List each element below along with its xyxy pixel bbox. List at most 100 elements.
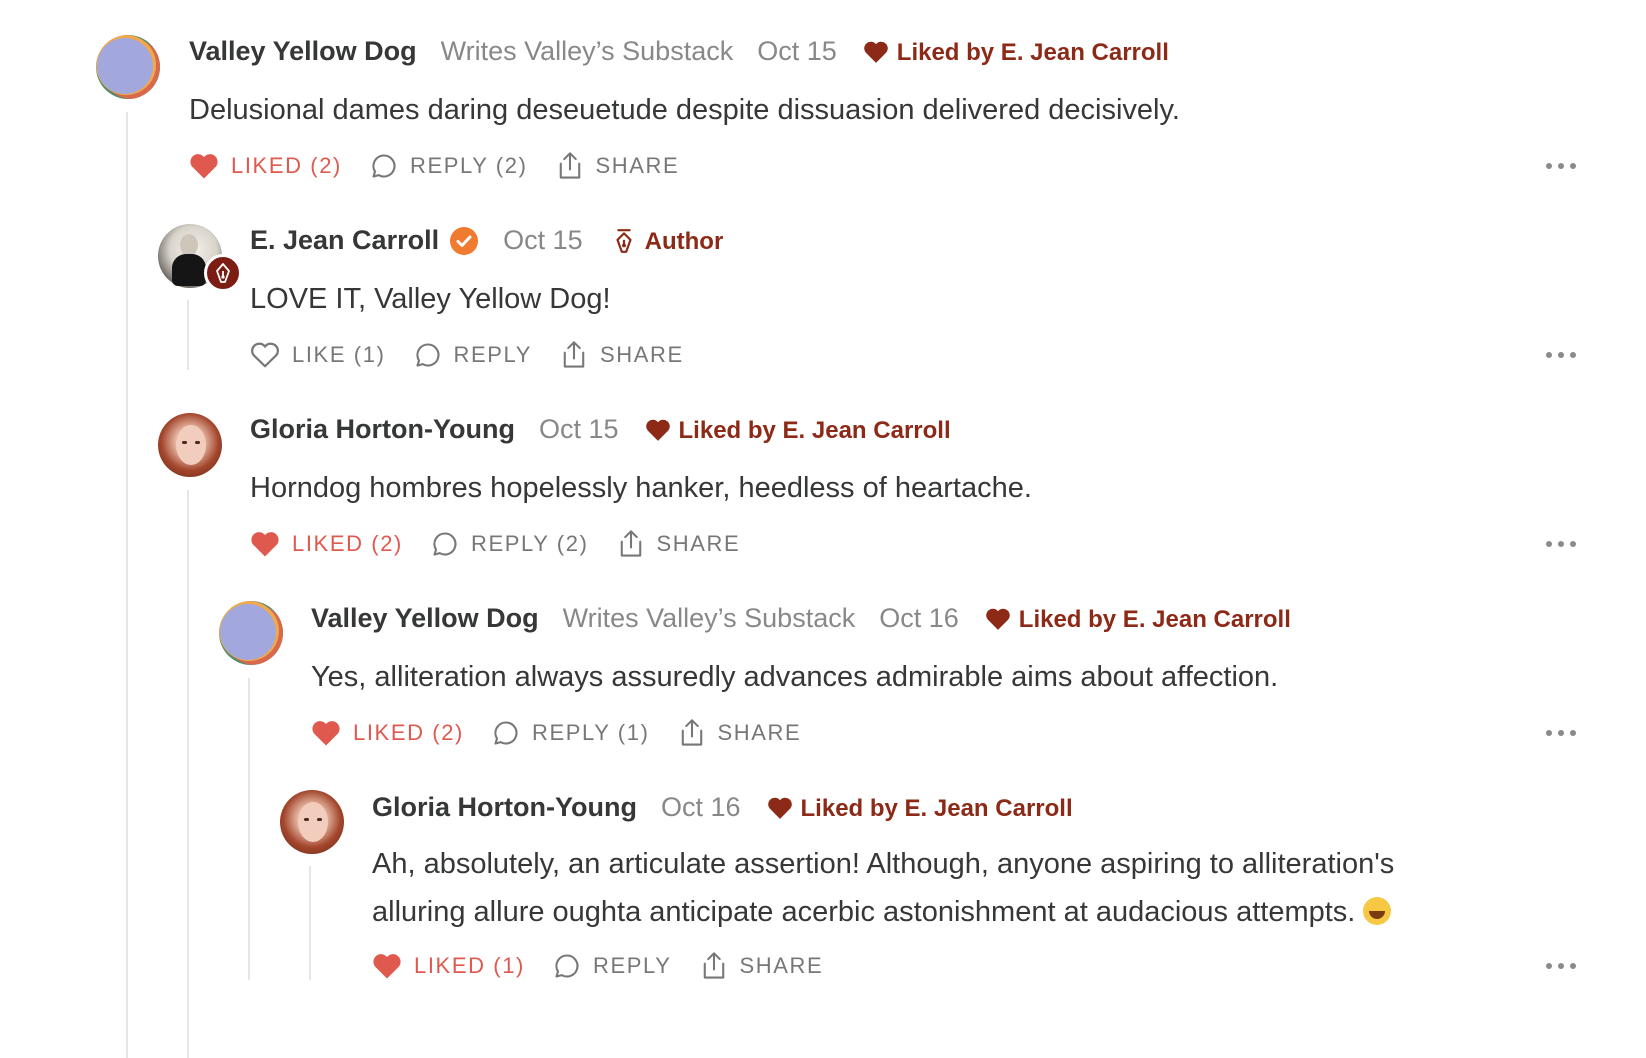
liked-by-label: Liked by E. Jean Carroll	[1018, 606, 1291, 633]
like-label: LIKED (2)	[353, 720, 464, 745]
comment-date[interactable]: Oct 16	[661, 792, 741, 823]
like-button[interactable]: LIKED (1)	[372, 952, 525, 980]
pen-nib-icon	[204, 254, 242, 292]
share-label: SHARE	[739, 953, 824, 978]
reply-label: REPLY	[453, 342, 533, 367]
comment-text-line-content: alluring allure oughta anticipate acerbi…	[372, 896, 1356, 928]
more-icon[interactable]	[1546, 162, 1576, 170]
more-icon[interactable]	[1546, 540, 1576, 548]
reply-button[interactable]: REPLY (2)	[370, 152, 528, 180]
avatar[interactable]	[158, 413, 222, 477]
comment-header: E. Jean Carroll Oct 15 Author	[250, 225, 723, 256]
comment: Valley Yellow Dog Writes Valley’s Substa…	[189, 36, 1576, 196]
heart-icon	[645, 419, 670, 441]
comment-body: Ah, absolutely, an articulate assertion!…	[372, 840, 1394, 936]
comment-actions: LIKE (1) REPLY SHARE	[250, 338, 712, 372]
comment-text-line: alluring allure oughta anticipate acerbi…	[372, 888, 1394, 936]
comment-icon	[433, 532, 457, 556]
avatar[interactable]	[96, 35, 160, 99]
comment-thread: Valley Yellow Dog Writes Valley’s Substa…	[0, 0, 1646, 1058]
comment-icon	[415, 343, 439, 367]
heart-outline-icon	[251, 342, 279, 368]
reply-label: REPLY (2)	[470, 531, 589, 556]
share-label: SHARE	[595, 153, 680, 178]
liked-by-label: Liked by E. Jean Carroll	[800, 795, 1073, 822]
share-label: SHARE	[717, 720, 802, 745]
reply-button[interactable]: REPLY (1)	[492, 719, 650, 747]
author-name[interactable]: Valley Yellow Dog	[311, 603, 539, 634]
verified-badge-icon	[450, 226, 479, 255]
liked-by-label: Liked by E. Jean Carroll	[678, 417, 951, 444]
share-button[interactable]: SHARE	[556, 151, 680, 181]
reply-button[interactable]: REPLY	[414, 341, 533, 369]
comment-icon	[372, 154, 396, 178]
comment-icon	[494, 721, 518, 745]
share-button[interactable]: SHARE	[678, 718, 802, 748]
like-label: LIKED (1)	[414, 953, 525, 978]
comment-actions: LIKED (1) REPLY SHARE	[372, 949, 851, 983]
comment-date[interactable]: Oct 16	[879, 603, 959, 634]
heart-icon	[373, 954, 401, 979]
author-name[interactable]: E. Jean Carroll	[250, 225, 439, 256]
avatar[interactable]	[219, 601, 283, 665]
comment-date[interactable]: Oct 15	[757, 36, 837, 67]
share-icon	[559, 152, 580, 179]
share-label: SHARE	[656, 531, 741, 556]
avatar[interactable]	[280, 790, 344, 854]
thread-line	[187, 490, 189, 1058]
comment-date[interactable]: Oct 15	[539, 414, 619, 445]
comment-header: Gloria Horton-Young Oct 15 Liked by E. J…	[250, 414, 951, 445]
comment-header: Valley Yellow Dog Writes Valley’s Substa…	[189, 36, 1169, 67]
author-name[interactable]: Gloria Horton-Young	[372, 792, 637, 823]
reply-button[interactable]: REPLY	[553, 952, 672, 980]
comment-icon	[555, 954, 579, 978]
like-label: LIKE (1)	[292, 342, 386, 367]
comment-header: Gloria Horton-Young Oct 16 Liked by E. J…	[372, 792, 1073, 823]
reply-label: REPLY (1)	[531, 720, 650, 745]
heart-icon	[312, 721, 340, 746]
author-tag: Author	[644, 228, 724, 255]
share-button[interactable]: SHARE	[700, 951, 824, 981]
share-button[interactable]: SHARE	[617, 529, 741, 559]
author-name[interactable]: Valley Yellow Dog	[189, 36, 417, 67]
author-name[interactable]: Gloria Horton-Young	[250, 414, 515, 445]
reply-label: REPLY	[592, 953, 672, 978]
comment-body: Horndog hombres hopelessly hanker, heedl…	[250, 464, 1032, 512]
author-subtitle[interactable]: Writes Valley’s Substack	[441, 36, 734, 67]
like-button[interactable]: LIKED (2)	[189, 152, 342, 180]
avatar[interactable]	[158, 224, 242, 292]
author-subtitle[interactable]: Writes Valley’s Substack	[563, 603, 856, 634]
comment-actions: LIKED (2) REPLY (2) SHARE	[250, 527, 768, 561]
more-icon[interactable]	[1546, 729, 1576, 737]
comment: Valley Yellow Dog Writes Valley’s Substa…	[311, 603, 1576, 763]
heart-icon	[767, 797, 792, 819]
more-icon[interactable]	[1546, 351, 1576, 359]
comment: E. Jean Carroll Oct 15 Author LOVE IT, V…	[250, 225, 1576, 385]
comment-header: Valley Yellow Dog Writes Valley’s Substa…	[311, 603, 1291, 634]
thread-line	[248, 678, 250, 980]
thread-line	[126, 112, 128, 1058]
share-icon	[681, 719, 702, 746]
like-button[interactable]: LIKED (2)	[311, 719, 464, 747]
liked-by-label: Liked by E. Jean Carroll	[896, 39, 1169, 66]
share-icon	[703, 952, 724, 979]
comment-body: LOVE IT, Valley Yellow Dog!	[250, 275, 611, 323]
more-icon[interactable]	[1546, 962, 1576, 970]
comment: Gloria Horton-Young Oct 16 Liked by E. J…	[372, 792, 1576, 1012]
comment-text: LOVE IT, Valley Yellow Dog!	[250, 283, 611, 315]
reply-label: REPLY (2)	[409, 153, 528, 178]
like-label: LIKED (2)	[231, 153, 342, 178]
reply-button[interactable]: REPLY (2)	[431, 530, 589, 558]
share-icon	[620, 530, 641, 557]
comment-actions: LIKED (2) REPLY (2) SHARE	[189, 149, 707, 183]
thread-line	[187, 300, 189, 370]
like-button[interactable]: LIKE (1)	[250, 341, 386, 369]
comment-text-line: Ah, absolutely, an articulate assertion!…	[372, 848, 1395, 880]
comment-text: Yes, alliteration always assuredly advan…	[311, 661, 1279, 693]
comment-date[interactable]: Oct 15	[503, 225, 583, 256]
heart-icon	[251, 532, 279, 557]
pen-nib-icon	[616, 228, 632, 253]
share-button[interactable]: SHARE	[560, 340, 684, 370]
comment-body: Yes, alliteration always assuredly advan…	[311, 653, 1278, 701]
like-button[interactable]: LIKED (2)	[250, 530, 403, 558]
